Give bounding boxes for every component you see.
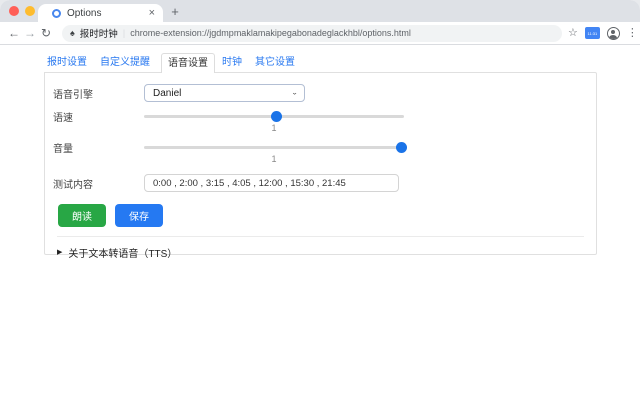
options-page: 报时设置 自定义提醒 语音设置 时钟 其它设置 语音引擎 Daniel ⌄ 语速 bbox=[0, 45, 640, 400]
tab-clock[interactable]: 时钟 bbox=[219, 53, 245, 72]
extension-name: 报时时钟 bbox=[79, 29, 118, 40]
divider bbox=[57, 236, 584, 237]
forward-icon[interactable]: → bbox=[22, 26, 38, 40]
close-tab-icon[interactable]: × bbox=[147, 7, 157, 19]
tab-title: Options bbox=[67, 7, 102, 19]
voice-engine-row: 语音引擎 Daniel ⌄ bbox=[53, 84, 588, 102]
extension-favicon-icon bbox=[52, 8, 61, 18]
browser-tab[interactable]: Options × bbox=[38, 4, 163, 22]
back-icon[interactable]: ← bbox=[6, 26, 22, 40]
url-separator: | bbox=[122, 27, 126, 39]
address-bar[interactable]: ♠ 报时时钟 | chrome-extension://jgdmpmaklama… bbox=[62, 24, 562, 42]
voice-engine-select[interactable]: Daniel ⌄ bbox=[144, 84, 305, 102]
extension-page-icon: ♠ bbox=[70, 27, 75, 38]
reload-icon[interactable]: ↻ bbox=[38, 26, 54, 40]
slider-track bbox=[144, 145, 404, 149]
volume-label: 音量 bbox=[53, 143, 73, 155]
slider-thumb[interactable] bbox=[395, 141, 407, 153]
speech-rate-group: 语速 1 bbox=[53, 110, 588, 134]
profile-avatar-icon[interactable] bbox=[606, 26, 620, 40]
bookmark-star-icon[interactable]: ☆ bbox=[568, 27, 578, 39]
tab-voice-settings[interactable]: 语音设置 bbox=[161, 53, 215, 73]
test-content-input[interactable] bbox=[144, 174, 399, 192]
speech-rate-value: 1 bbox=[271, 123, 277, 133]
voice-engine-value: Daniel bbox=[153, 87, 182, 99]
extension-toolbar-icon[interactable]: 11:31 bbox=[584, 27, 600, 39]
speech-rate-label: 语速 bbox=[53, 112, 73, 124]
browser-menu-icon[interactable]: ⋮ bbox=[627, 27, 638, 39]
new-tab-button[interactable]: + bbox=[167, 4, 183, 20]
browser-window: Options × + ← → ↻ ♠ 报时时钟 | chrome-extens… bbox=[0, 0, 640, 400]
test-content-row: 测试内容 bbox=[53, 174, 588, 192]
browser-toolbar: ← → ↻ ♠ 报时时钟 | chrome-extension://jgdmpm… bbox=[0, 22, 640, 45]
toolbar-right: ☆ 11:31 ⋮ bbox=[568, 26, 638, 40]
options-tab-bar: 报时设置 自定义提醒 语音设置 时钟 其它设置 bbox=[0, 45, 640, 73]
about-tts-label: 关于文本转语音（TTS） bbox=[68, 249, 178, 260]
url-text: chrome-extension://jgdmpmaklamakipegabon… bbox=[130, 28, 411, 38]
about-tts-toggle[interactable]: ▶ 关于文本转语音（TTS） bbox=[57, 245, 588, 260]
triangle-right-icon: ▶ bbox=[57, 249, 63, 256]
read-aloud-button[interactable]: 朗读 bbox=[58, 204, 106, 227]
voice-settings-panel: 语音引擎 Daniel ⌄ 语速 1 音量 1 测试内容 0:00 , 2:00… bbox=[44, 72, 597, 260]
speech-rate-slider[interactable] bbox=[144, 110, 404, 122]
slider-thumb[interactable] bbox=[271, 110, 283, 122]
tab-custom-reminder[interactable]: 自定义提醒 bbox=[97, 53, 153, 72]
volume-slider[interactable] bbox=[144, 141, 407, 153]
button-row: 朗读 保存 bbox=[58, 204, 588, 227]
chevron-down-icon: ⌄ bbox=[291, 89, 298, 97]
titlebar: Options × + bbox=[0, 0, 640, 22]
tab-chime-settings[interactable]: 报时设置 bbox=[44, 53, 90, 72]
volume-value: 1 bbox=[271, 154, 277, 164]
voice-engine-label: 语音引擎 bbox=[53, 89, 93, 101]
volume-group: 音量 1 bbox=[53, 141, 588, 165]
minimize-window-button[interactable] bbox=[25, 6, 35, 16]
close-window-button[interactable] bbox=[9, 6, 19, 16]
save-button[interactable]: 保存 bbox=[115, 204, 163, 227]
tab-other-settings[interactable]: 其它设置 bbox=[252, 53, 298, 72]
test-content-label: 测试内容 bbox=[53, 179, 93, 191]
